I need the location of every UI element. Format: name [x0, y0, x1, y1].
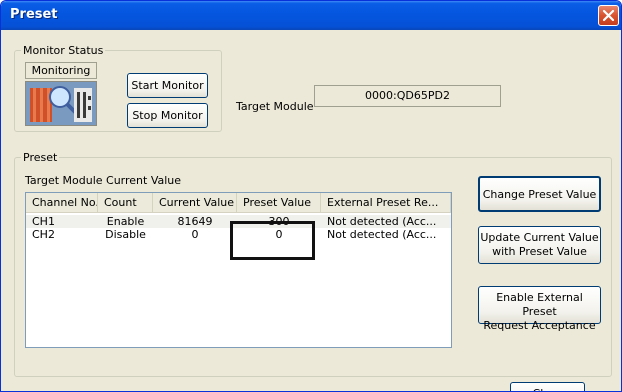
close-button-label: Close: [511, 383, 584, 391]
list-header: Channel No. Count Current Value Preset V…: [26, 193, 451, 213]
enable-external-preset-button[interactable]: Enable External Preset Request Acceptanc…: [478, 286, 601, 332]
cell-current-value: 81649: [177, 215, 213, 228]
cell-current-value: 0: [191, 228, 199, 241]
column-header[interactable]: Current Value: [153, 193, 237, 213]
cell-count: Disable: [105, 228, 146, 241]
monitoring-module-icon: [25, 81, 97, 126]
target-module-label: Target Module: [236, 100, 314, 113]
close-x-icon: [602, 9, 615, 22]
channel-list[interactable]: Channel No. Count Current Value Preset V…: [25, 192, 452, 348]
stop-monitor-label: Stop Monitor: [132, 109, 203, 122]
enable-external-line2: Request Acceptance: [483, 319, 596, 332]
change-preset-value-label: Change Preset Value: [482, 188, 597, 201]
dialog-client-area: Monitor Status Monitoring Start Monitor …: [4, 30, 618, 391]
start-monitor-label: Start Monitor: [131, 79, 204, 92]
column-header[interactable]: Channel No.: [26, 193, 98, 213]
close-button[interactable]: Close: [510, 382, 585, 391]
enable-external-line1: Enable External Preset: [496, 291, 583, 318]
start-monitor-button[interactable]: Start Monitor: [127, 73, 208, 98]
current-value-label: Target Module Current Value: [25, 174, 182, 187]
update-current-value-button[interactable]: Update Current Value with Preset Value: [478, 226, 601, 264]
monitor-status-label: Monitor Status: [21, 44, 106, 57]
update-current-line2: with Preset Value: [492, 245, 587, 258]
cell-count: Enable: [106, 215, 145, 228]
update-current-line1: Update Current Value: [480, 231, 599, 244]
preset-value-highlight: [230, 221, 315, 260]
column-header[interactable]: Count: [98, 193, 153, 213]
target-module-value: 0000:QD65PD2: [314, 85, 501, 107]
close-window-button[interactable]: [598, 5, 619, 26]
stop-monitor-button[interactable]: Stop Monitor: [127, 103, 208, 128]
column-header[interactable]: Preset Value: [237, 193, 321, 213]
cell-external-preset: Not detected (Acc...: [327, 215, 437, 228]
cell-external-preset: Not detected (Acc...: [327, 228, 437, 241]
cell-channel: CH2: [32, 228, 55, 241]
change-preset-value-button[interactable]: Change Preset Value: [478, 176, 601, 212]
window-title: Preset: [10, 7, 58, 22]
preset-group-label: Preset: [21, 151, 60, 164]
column-header[interactable]: External Preset Re...: [321, 193, 451, 213]
cell-channel: CH1: [32, 215, 55, 228]
monitoring-status-text: Monitoring: [25, 62, 97, 79]
title-bar[interactable]: Preset: [1, 1, 621, 30]
preset-dialog: Preset Monitor Status Monitoring Start M…: [0, 0, 622, 392]
preset-group: Preset Target Module Current Value Chann…: [14, 151, 612, 391]
monitor-status-group: Monitor Status Monitoring Start Monitor …: [14, 44, 222, 132]
